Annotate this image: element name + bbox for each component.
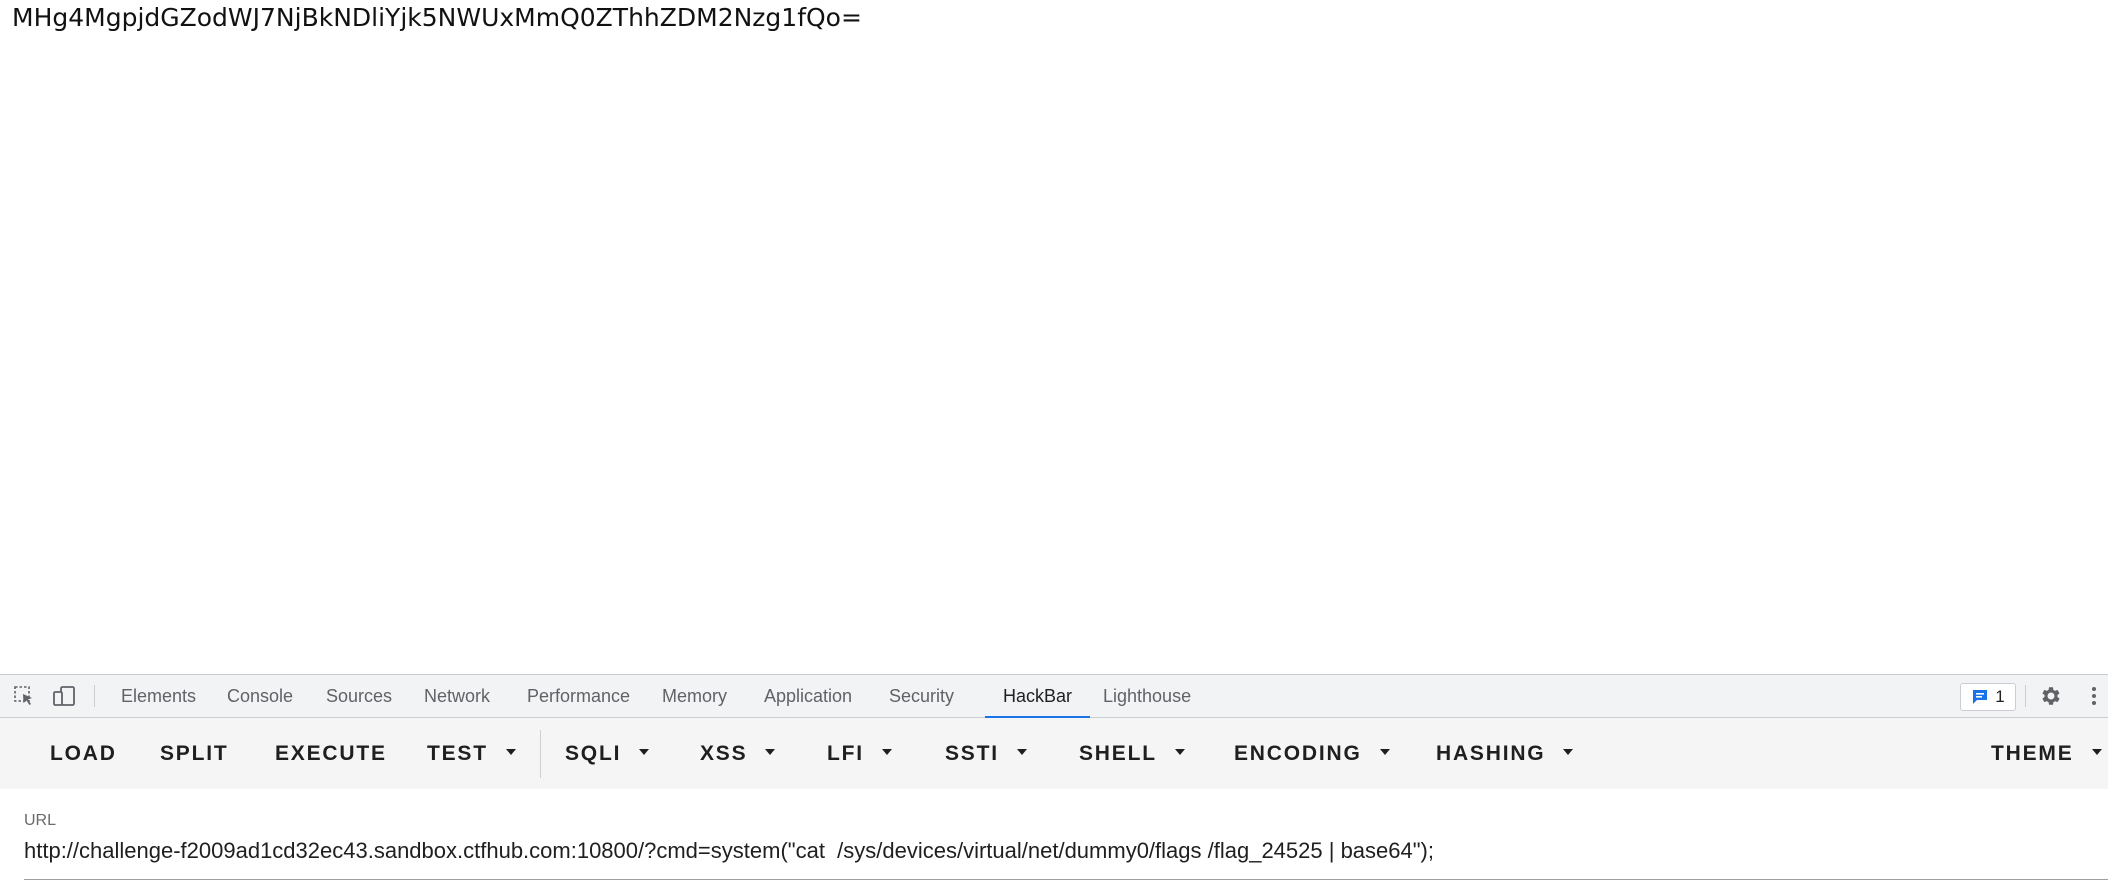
hackbar-toolbar: LOAD SPLIT EXECUTE TEST SQLI XSS LFI SST… xyxy=(0,718,2108,789)
tab-security[interactable]: Security xyxy=(889,675,954,717)
issues-counter-button[interactable]: 1 xyxy=(1960,683,2016,711)
theme-button-label: THEME xyxy=(1991,742,2074,765)
tab-application[interactable]: Application xyxy=(764,675,852,717)
url-label: URL xyxy=(24,812,57,829)
url-input-underline xyxy=(24,879,2108,880)
hashing-button-label: HASHING xyxy=(1436,742,1546,765)
caret-down-icon xyxy=(881,749,892,756)
tabbar-divider xyxy=(94,685,95,707)
toolbar-separator xyxy=(540,730,541,778)
url-input[interactable] xyxy=(24,836,2108,866)
tabbar-divider-right xyxy=(2025,685,2026,707)
shell-dropdown-button[interactable]: SHELL xyxy=(1079,718,1185,789)
xss-dropdown-button[interactable]: XSS xyxy=(700,718,776,789)
tab-sources[interactable]: Sources xyxy=(326,675,392,717)
inspect-element-icon[interactable] xyxy=(12,684,36,708)
tab-elements[interactable]: Elements xyxy=(121,675,196,717)
encoding-button-label: ENCODING xyxy=(1234,742,1362,765)
xss-button-label: XSS xyxy=(700,742,748,765)
ssti-dropdown-button[interactable]: SSTI xyxy=(945,718,1027,789)
split-button-label: SPLIT xyxy=(160,742,229,765)
tab-performance[interactable]: Performance xyxy=(527,675,630,717)
shell-button-label: SHELL xyxy=(1079,742,1157,765)
tab-lighthouse[interactable]: Lighthouse xyxy=(1103,675,1191,717)
execute-button-label: EXECUTE xyxy=(275,742,387,765)
caret-down-icon xyxy=(1379,749,1390,756)
split-button[interactable]: SPLIT xyxy=(160,718,229,789)
tab-hackbar[interactable]: HackBar xyxy=(985,675,1091,718)
execute-button[interactable]: EXECUTE xyxy=(275,718,387,789)
tab-console[interactable]: Console xyxy=(227,675,293,717)
lfi-dropdown-button[interactable]: LFI xyxy=(827,718,892,789)
sqli-button-label: SQLI xyxy=(565,742,622,765)
hashing-dropdown-button[interactable]: HASHING xyxy=(1436,718,1574,789)
caret-down-icon xyxy=(765,749,776,756)
load-button-label: LOAD xyxy=(50,742,117,765)
device-toolbar-icon[interactable] xyxy=(52,684,76,708)
theme-dropdown-button[interactable]: THEME xyxy=(1991,718,2102,789)
caret-down-icon xyxy=(505,749,516,756)
ssti-button-label: SSTI xyxy=(945,742,999,765)
test-button-label: TEST xyxy=(427,742,488,765)
caret-down-icon xyxy=(1016,749,1027,756)
devtools-tabbar: Elements Console Sources Network Perform… xyxy=(0,675,2108,718)
caret-down-icon xyxy=(2091,749,2102,756)
caret-down-icon xyxy=(639,749,650,756)
page-output-text: MHg4MgpjdGZodWJ7NjBkNDliYjk5NWUxMmQ0ZThh… xyxy=(12,3,862,32)
sqli-dropdown-button[interactable]: SQLI xyxy=(565,718,650,789)
encoding-dropdown-button[interactable]: ENCODING xyxy=(1234,718,1390,789)
caret-down-icon xyxy=(1563,749,1574,756)
test-dropdown-button[interactable]: TEST xyxy=(427,718,516,789)
settings-gear-icon[interactable] xyxy=(2039,684,2063,708)
tab-memory[interactable]: Memory xyxy=(662,675,727,717)
tab-network[interactable]: Network xyxy=(424,675,490,717)
page-content: MHg4MgpjdGZodWJ7NjBkNDliYjk5NWUxMmQ0ZThh… xyxy=(0,0,2108,674)
caret-down-icon xyxy=(1174,749,1185,756)
tab-hackbar-label: HackBar xyxy=(1003,686,1073,706)
issues-count: 1 xyxy=(1995,687,2005,706)
more-options-icon[interactable] xyxy=(2084,684,2104,708)
lfi-button-label: LFI xyxy=(827,742,864,765)
issues-message-icon xyxy=(1973,690,1988,704)
load-button[interactable]: LOAD xyxy=(50,718,117,789)
